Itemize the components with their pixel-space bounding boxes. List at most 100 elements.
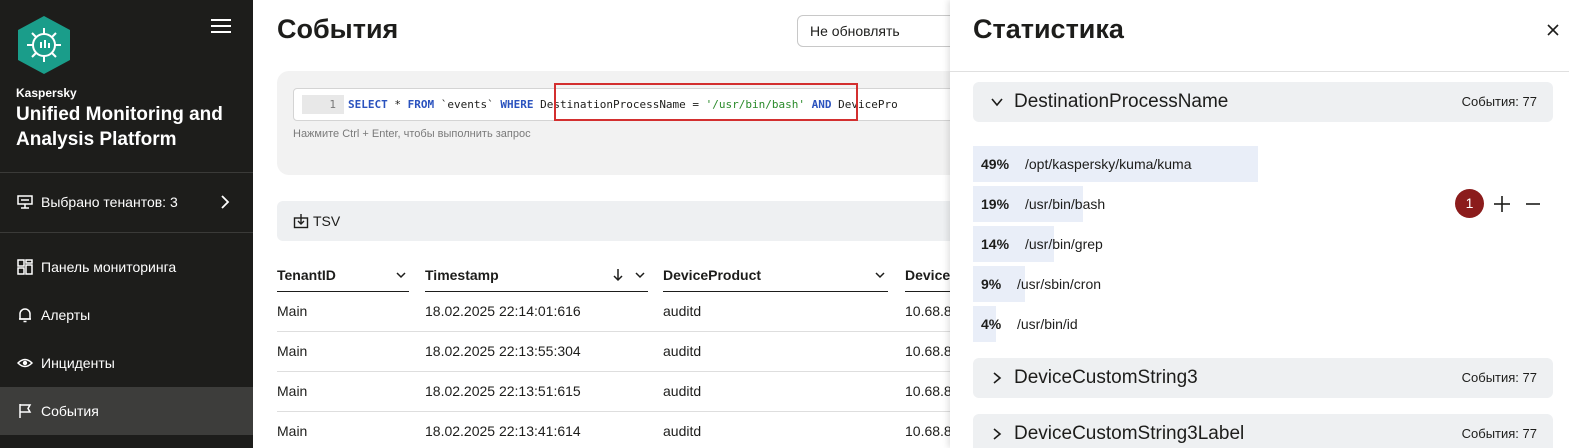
brand-vendor: Kaspersky bbox=[16, 86, 77, 100]
chevron-down-icon bbox=[635, 272, 645, 279]
bell-icon bbox=[19, 308, 31, 323]
table-cell: auditd bbox=[663, 343, 702, 359]
stat-value-row[interactable]: 14% /usr/bin/grep bbox=[973, 226, 1553, 262]
chevron-right-icon bbox=[993, 372, 1002, 384]
plus-icon[interactable] bbox=[1491, 193, 1513, 215]
row-divider bbox=[277, 411, 977, 412]
stat-percent: 14% bbox=[981, 236, 1010, 252]
chevron-down-icon bbox=[396, 272, 406, 279]
menu-toggle-icon[interactable] bbox=[211, 19, 231, 35]
stat-group-count: События: 77 bbox=[1461, 426, 1537, 441]
query-token: FROM bbox=[407, 98, 435, 111]
stat-value: /usr/sbin/cron bbox=[1017, 276, 1102, 292]
sidebar-divider bbox=[0, 232, 253, 233]
stat-value: /usr/bin/bash bbox=[1025, 196, 1106, 212]
table-cell: 10.68.8 bbox=[905, 383, 950, 399]
stat-percent: 4% bbox=[981, 316, 1002, 332]
stat-group-destinationprocessname[interactable]: DestinationProcessName События: 77 bbox=[973, 82, 1553, 122]
table-cell: auditd bbox=[663, 303, 702, 319]
query-token: * bbox=[387, 98, 408, 111]
column-header-label: TenantID bbox=[277, 266, 336, 283]
column-header-label: DeviceProduct bbox=[663, 266, 762, 283]
column-header-label: Timestamp bbox=[425, 266, 499, 283]
row-divider bbox=[277, 331, 977, 332]
stat-group-name: DeviceCustomString3 bbox=[1014, 367, 1198, 388]
table-cell: Main bbox=[277, 303, 308, 319]
table-cell: Main bbox=[277, 383, 308, 399]
app-window: Kaspersky Unified Monitoring and Analysi… bbox=[0, 0, 1569, 448]
table-cell: 10.68.8 bbox=[905, 423, 950, 439]
nav-item-dashboard[interactable]: Панель мониторинга bbox=[0, 243, 253, 291]
chevron-right-icon bbox=[221, 195, 230, 209]
table-cell: 18.02.2025 22:14:01:616 bbox=[425, 303, 581, 319]
stat-group-count: События: 77 bbox=[1461, 94, 1537, 109]
events-main: События Не обновлять 1 SELECT * FROM `ev… bbox=[253, 0, 983, 448]
flag-icon bbox=[19, 404, 32, 418]
nav-item-events[interactable]: События bbox=[0, 387, 253, 435]
nav-label: События bbox=[41, 403, 99, 419]
table-cell: Main bbox=[277, 423, 308, 439]
chevron-down-icon bbox=[875, 272, 885, 279]
stat-group-devicecustomstring3[interactable]: DeviceCustomString3 События: 77 bbox=[973, 358, 1553, 398]
refresh-select[interactable]: Не обновлять bbox=[797, 15, 967, 47]
stat-percent: 49% bbox=[981, 156, 1010, 172]
brand-title: Unified Monitoring and Analysis Platform bbox=[16, 104, 223, 150]
table-cell: Main bbox=[277, 343, 308, 359]
tenant-selector[interactable]: Выбрано тенантов: 3 bbox=[0, 184, 253, 220]
stat-value: /opt/kaspersky/kuma/kuma bbox=[1025, 156, 1192, 172]
export-tsv-button[interactable]: TSV bbox=[277, 201, 977, 241]
stat-value: /usr/bin/grep bbox=[1025, 236, 1103, 252]
query-token: `events` bbox=[434, 98, 501, 111]
nav-label: Алерты bbox=[41, 307, 91, 323]
panel-title: Статистика bbox=[973, 14, 1124, 44]
row-divider bbox=[277, 371, 977, 372]
chevron-right-icon bbox=[993, 428, 1002, 440]
table-cell: 18.02.2025 22:13:41:614 bbox=[425, 423, 581, 439]
minus-icon[interactable] bbox=[1522, 193, 1544, 215]
stat-value: /usr/bin/id bbox=[1017, 316, 1078, 332]
sidebar-divider bbox=[0, 172, 253, 173]
column-header-label: Device bbox=[905, 266, 951, 283]
stat-percent: 9% bbox=[981, 276, 1002, 292]
panel-divider bbox=[950, 71, 1569, 72]
nav-item-alerts[interactable]: Алерты bbox=[0, 291, 253, 339]
query-hint: Нажмите Ctrl + Enter, чтобы выполнить за… bbox=[293, 128, 531, 140]
nav-label: Панель мониторинга bbox=[41, 259, 177, 275]
nav-label: Инциденты bbox=[41, 355, 115, 371]
table-cell: 18.02.2025 22:13:51:615 bbox=[425, 383, 581, 399]
page-title: События bbox=[277, 14, 399, 44]
download-icon bbox=[293, 214, 309, 229]
export-tsv-label: TSV bbox=[313, 213, 341, 229]
line-number: 1 bbox=[302, 95, 344, 114]
table-cell: 10.68.8 bbox=[905, 303, 950, 319]
stat-group-devicecustomstring3label[interactable]: DeviceCustomString3Label События: 77 bbox=[973, 414, 1553, 448]
stat-percent: 19% bbox=[981, 196, 1010, 212]
eye-icon bbox=[17, 358, 33, 368]
stat-value-row[interactable]: 9% /usr/sbin/cron bbox=[973, 266, 1553, 302]
stat-group-name: DeviceCustomString3Label bbox=[1014, 423, 1245, 444]
tenant-selector-label: Выбрано тенантов: 3 bbox=[41, 194, 178, 210]
stat-value-row[interactable]: 49% /opt/kaspersky/kuma/kuma bbox=[973, 146, 1553, 182]
arrow-down-icon bbox=[613, 269, 623, 282]
chevron-down-icon bbox=[991, 98, 1003, 107]
kuma-logo-icon bbox=[18, 16, 70, 74]
column-header-tenantid[interactable]: TenantID bbox=[277, 258, 409, 292]
table-cell: auditd bbox=[663, 383, 702, 399]
callout-badge: 1 bbox=[1455, 189, 1484, 218]
table-cell: 18.02.2025 22:13:55:304 bbox=[425, 343, 581, 359]
query-token: SELECT bbox=[348, 98, 388, 111]
column-header-deviceproduct[interactable]: DeviceProduct bbox=[663, 258, 888, 292]
query-highlight-frame bbox=[554, 83, 858, 121]
close-icon[interactable] bbox=[1545, 22, 1561, 38]
table-cell: auditd bbox=[663, 423, 702, 439]
stat-group-count: События: 77 bbox=[1461, 370, 1537, 385]
tenants-icon bbox=[17, 195, 33, 209]
statistics-panel: Статистика DestinationProcessName Событи… bbox=[950, 0, 1569, 448]
dashboard-icon bbox=[17, 259, 33, 275]
sidebar: Kaspersky Unified Monitoring and Analysi… bbox=[0, 0, 253, 448]
query-token: WHERE bbox=[500, 98, 534, 111]
stat-group-name: DestinationProcessName bbox=[1014, 91, 1229, 112]
stat-value-row[interactable]: 4% /usr/bin/id bbox=[973, 306, 1553, 342]
column-header-timestamp[interactable]: Timestamp bbox=[425, 258, 648, 292]
nav-item-incidents[interactable]: Инциденты bbox=[0, 339, 253, 387]
